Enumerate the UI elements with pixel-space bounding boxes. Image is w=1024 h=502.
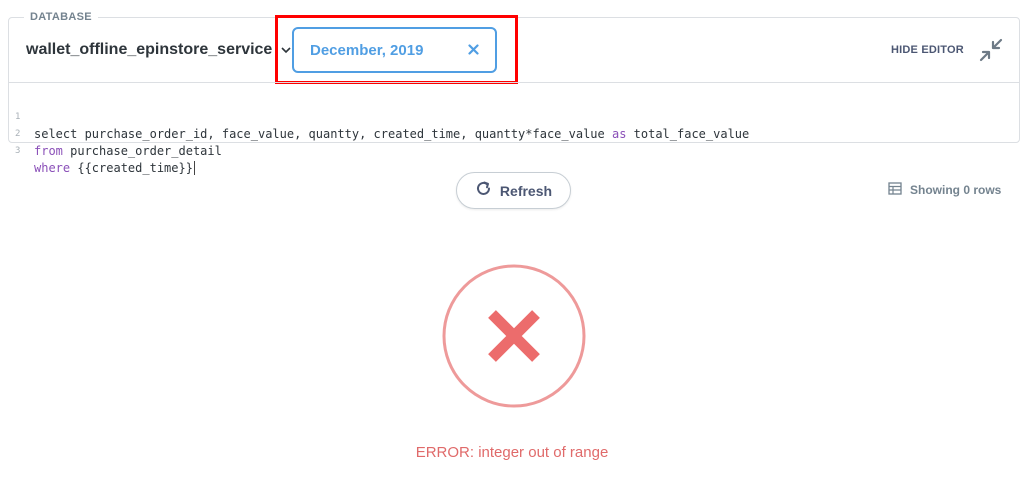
text-cursor — [193, 161, 195, 175]
sql-keyword: from — [34, 144, 63, 158]
database-name: wallet_offline_epinstore_service — [26, 41, 273, 58]
error-x-icon — [442, 264, 586, 408]
collapse-icon[interactable] — [979, 38, 1003, 62]
code-text: total_face_value — [626, 127, 750, 141]
sql-keyword: as — [611, 127, 627, 141]
refresh-icon — [475, 180, 492, 202]
line-number: 3 — [15, 146, 21, 156]
database-label: DATABASE — [24, 11, 98, 23]
row-count: Showing 0 rows — [888, 182, 1001, 198]
code-text: {{created_time}} — [70, 161, 193, 175]
code-text: purchase_order_detail — [62, 144, 222, 158]
database-select[interactable]: wallet_offline_epinstore_service — [26, 41, 291, 59]
refresh-button[interactable]: Refresh — [456, 172, 571, 209]
table-icon — [888, 182, 902, 198]
sql-keyword: where — [34, 161, 71, 175]
code-line: 1 select purchase_order_id, face_value, … — [8, 92, 749, 141]
error-message: ERROR: integer out of range — [415, 444, 609, 461]
code-text: select purchase_order_id, face_value, qu… — [34, 127, 612, 141]
annotation-highlight-box — [275, 15, 518, 84]
refresh-label: Refresh — [499, 182, 553, 199]
hide-editor-button[interactable]: HIDE EDITOR — [891, 44, 964, 56]
row-count-label: Showing 0 rows — [910, 183, 1002, 197]
code-line: 3 where {{created_time}} — [8, 126, 195, 175]
code-line: 2 from purchase_order_detail — [8, 109, 222, 158]
sql-code-editor[interactable]: 1 select purchase_order_id, face_value, … — [8, 82, 1020, 175]
